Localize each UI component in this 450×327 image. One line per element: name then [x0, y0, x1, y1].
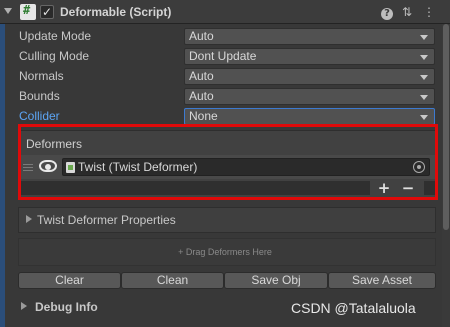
bounds-label: Bounds	[19, 89, 60, 103]
debug-info-foldout[interactable]: Debug Info	[35, 300, 98, 314]
selection-bar	[0, 24, 5, 327]
normals-dropdown[interactable]: Auto	[184, 68, 435, 85]
collider-dropdown[interactable]: None	[184, 108, 435, 125]
twist-properties-label: Twist Deformer Properties	[37, 213, 176, 227]
save-asset-button[interactable]: Save Asset	[328, 272, 436, 289]
scrollbar[interactable]	[442, 24, 450, 327]
watermark: CSDN @Tatalaluola	[291, 300, 416, 316]
help-icon[interactable]: ?	[380, 5, 394, 20]
normals-label: Normals	[19, 69, 64, 83]
drag-hint: + Drag Deformers Here	[178, 247, 272, 257]
script-icon	[20, 3, 36, 20]
context-menu-icon[interactable]: ⋮	[422, 5, 436, 19]
update-mode-label: Update Mode	[19, 29, 92, 43]
collider-value: None	[189, 109, 218, 123]
normals-value: Auto	[189, 69, 214, 83]
culling-mode-dropdown[interactable]: Dont Update	[184, 48, 435, 65]
chevron-down-icon	[420, 55, 428, 60]
highlight-box	[18, 124, 438, 200]
chevron-down-icon	[420, 95, 428, 100]
checkbox-checked-icon[interactable]: ✓	[40, 5, 54, 19]
culling-mode-value: Dont Update	[189, 49, 257, 63]
bounds-value: Auto	[189, 89, 214, 103]
scrollbar-thumb[interactable]	[443, 24, 449, 230]
preset-icon[interactable]: ⇅	[400, 5, 414, 19]
bounds-dropdown[interactable]: Auto	[184, 88, 435, 105]
chevron-right-icon[interactable]	[26, 215, 32, 223]
clear-button[interactable]: Clear	[18, 272, 121, 289]
save-obj-button[interactable]: Save Obj	[224, 272, 328, 289]
foldout-expanded-icon[interactable]	[4, 8, 12, 14]
culling-mode-label: Culling Mode	[19, 49, 90, 63]
chevron-down-icon	[420, 35, 428, 40]
collider-label: Collider	[19, 109, 60, 123]
component-title: Deformable (Script)	[60, 5, 172, 19]
update-mode-dropdown[interactable]: Auto	[184, 28, 435, 45]
chevron-down-icon	[420, 75, 428, 80]
update-mode-value: Auto	[189, 29, 214, 43]
chevron-down-icon	[420, 115, 428, 120]
clean-button[interactable]: Clean	[121, 272, 224, 289]
chevron-right-icon[interactable]	[21, 302, 27, 310]
